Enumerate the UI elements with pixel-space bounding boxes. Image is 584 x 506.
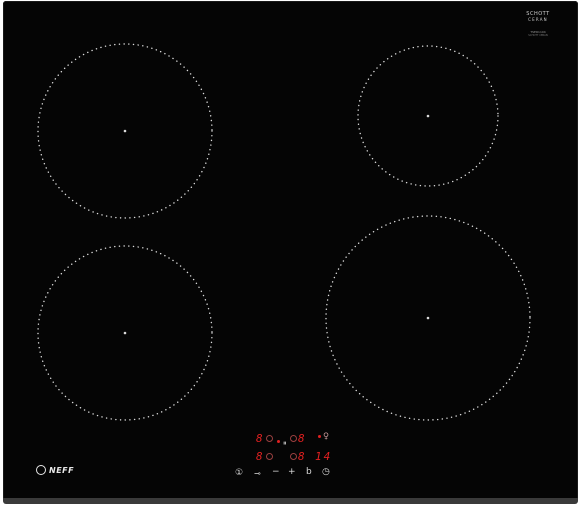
zone-center-mark-top-right — [426, 114, 430, 118]
cooking-zone-top-left — [37, 43, 213, 219]
alarm-icon[interactable]: ♀ — [323, 432, 329, 442]
zone-center-mark-top-left — [123, 129, 127, 133]
timer-button[interactable]: ◷ — [322, 468, 330, 477]
cooking-zone-bottom-left — [37, 245, 213, 421]
minus-button[interactable]: − — [272, 468, 280, 477]
zone-display-row1-mid: 8 — [298, 432, 305, 445]
zone-select-indicator-1[interactable] — [266, 435, 273, 442]
child-lock-button[interactable]: ⊸ — [254, 470, 261, 478]
glass-manufacturer-logo: SCHOTT CERAN TSER1104 SCHOTT CERAN — [518, 12, 558, 38]
pause-icon[interactable]: ⏸ — [283, 440, 287, 447]
power-button[interactable]: ① — [235, 469, 243, 478]
timer-active-dot — [318, 435, 321, 438]
zone-center-mark-bottom-left — [123, 331, 127, 335]
zone-active-dot — [277, 440, 280, 443]
glass-logo-line4: SCHOTT CERAN — [528, 34, 548, 37]
brand-logo: NEFF — [36, 465, 74, 475]
glass-logo-line2: CERAN — [528, 17, 548, 22]
timer-display: 14 — [315, 450, 333, 463]
zone-center-mark-bottom-right — [426, 316, 430, 320]
zone-select-indicator-4[interactable] — [290, 453, 297, 460]
zone-select-indicator-2[interactable] — [290, 435, 297, 442]
zone-select-indicator-3[interactable] — [266, 453, 273, 460]
cooking-zone-bottom-right — [325, 215, 531, 421]
zone-display-row2-mid: 8 — [298, 450, 305, 463]
brand-name: NEFF — [49, 465, 75, 475]
boost-button[interactable]: b — [306, 468, 312, 477]
zone-display-row2-left: 8 — [256, 450, 263, 463]
cooking-zone-top-right — [357, 45, 499, 187]
cooking-zones — [37, 43, 531, 421]
brand-ring-icon — [36, 465, 46, 475]
plus-button[interactable]: + — [288, 468, 296, 477]
zone-display-row1-left: 8 — [256, 432, 263, 445]
